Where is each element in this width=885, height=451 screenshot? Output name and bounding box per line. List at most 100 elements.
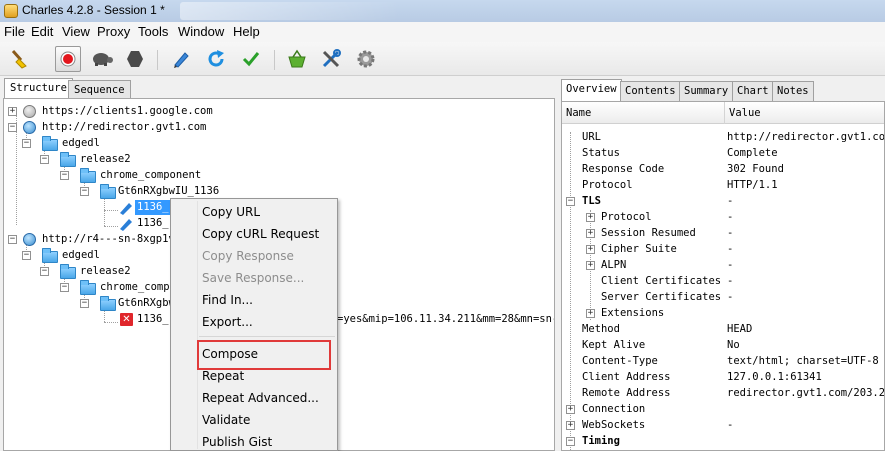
table-row[interactable]: Content-Type text/html; charset=UTF-8 <box>562 354 884 370</box>
tab-overview[interactable]: Overview <box>561 79 622 101</box>
table-row[interactable]: Response Code 302 Found <box>562 162 884 178</box>
menu-item-copy-response: Copy Response <box>202 249 294 263</box>
expand-icon[interactable]: + <box>586 261 595 270</box>
menu-window[interactable]: Window <box>178 24 224 39</box>
folder-icon <box>100 184 116 199</box>
pen-compose-icon[interactable] <box>168 46 194 72</box>
table-row[interactable]: Remote Address redirector.gvt1.com/203.2… <box>562 386 884 402</box>
folder-icon <box>42 136 58 151</box>
toolbar <box>0 42 885 76</box>
collapse-icon[interactable]: − <box>80 299 89 308</box>
table-row[interactable]: + Cipher Suite - <box>562 242 884 258</box>
compose-highlight-box <box>197 340 331 370</box>
tab-summary[interactable]: Summary <box>679 81 734 101</box>
expand-icon[interactable]: + <box>566 405 575 414</box>
overview-table[interactable]: Name Value URL http://redirector.gvt1.co… <box>561 101 885 451</box>
table-header: Name Value <box>562 102 884 124</box>
title-bar: Charles 4.2.8 - Session 1 * <box>0 0 885 22</box>
charles-app-icon <box>4 4 18 18</box>
settings-gear-icon[interactable] <box>353 46 379 72</box>
table-row[interactable]: + ALPN - <box>562 258 884 274</box>
table-row[interactable]: URL http://redirector.gvt1.com/ <box>562 130 884 146</box>
collapse-icon[interactable]: − <box>8 123 17 132</box>
table-row[interactable]: + Protocol - <box>562 210 884 226</box>
collapse-icon[interactable]: − <box>566 437 575 446</box>
expand-icon[interactable]: + <box>586 229 595 238</box>
tree-row-folder-release2[interactable]: − release2 <box>4 152 404 168</box>
menu-item-find-in[interactable]: Find In... <box>202 293 253 307</box>
tree-row-folder-chrome-component[interactable]: − chrome_component <box>4 168 404 184</box>
table-row[interactable]: Client Certificates - <box>562 274 884 290</box>
table-row[interactable]: Server Certificates - <box>562 290 884 306</box>
collapse-icon[interactable]: − <box>22 251 31 260</box>
request-pen-icon <box>120 219 132 231</box>
table-row[interactable]: + Extensions <box>562 306 884 322</box>
folder-icon <box>42 248 58 263</box>
table-row[interactable]: Protocol HTTP/1.1 <box>562 178 884 194</box>
menu-item-validate[interactable]: Validate <box>202 413 250 427</box>
tree-row-folder-edgedl[interactable]: − edgedl <box>4 136 404 152</box>
menu-edit[interactable]: Edit <box>31 24 53 39</box>
tab-chart[interactable]: Chart <box>732 81 774 101</box>
tree-row-host-clients1[interactable]: + https://clients1.google.com <box>4 104 404 120</box>
expand-icon[interactable]: + <box>586 213 595 222</box>
menu-item-repeat-advanced[interactable]: Repeat Advanced... <box>202 391 319 405</box>
menu-item-copy-curl-request[interactable]: Copy cURL Request <box>202 227 319 241</box>
folder-icon <box>60 152 76 167</box>
tools-icon[interactable] <box>318 46 344 72</box>
menu-proxy[interactable]: Proxy <box>97 24 130 39</box>
turtle-throttle-icon[interactable] <box>89 46 115 72</box>
basket-icon[interactable] <box>284 46 310 72</box>
menu-file[interactable]: File <box>4 24 25 39</box>
refresh-repeat-icon[interactable] <box>203 46 229 72</box>
menu-separator <box>199 336 335 337</box>
table-row[interactable]: + WebSockets - <box>562 418 884 434</box>
tab-sequence[interactable]: Sequence <box>68 80 131 100</box>
collapse-icon[interactable]: − <box>60 171 69 180</box>
tab-structure[interactable]: Structure <box>4 78 73 99</box>
collapse-icon[interactable]: − <box>566 197 575 206</box>
collapse-icon[interactable]: − <box>80 187 89 196</box>
collapse-icon[interactable]: − <box>40 155 49 164</box>
expand-icon[interactable]: + <box>586 245 595 254</box>
table-row[interactable]: Status Complete <box>562 146 884 162</box>
column-header-value[interactable]: Value <box>729 107 761 119</box>
overview-pane: Overview Contents Summary Chart Notes Na… <box>558 77 885 451</box>
broom-icon[interactable] <box>7 46 33 72</box>
context-menu: Copy URL Copy cURL Request Copy Response… <box>170 198 338 451</box>
checkmark-validate-icon[interactable] <box>238 46 264 72</box>
table-row[interactable]: − TLS - <box>562 194 884 210</box>
host-globe-icon <box>23 105 36 118</box>
menu-item-publish-gist[interactable]: Publish Gist <box>202 435 272 449</box>
host-globe-icon <box>23 233 36 246</box>
folder-icon <box>80 168 96 183</box>
menu-item-copy-url[interactable]: Copy URL <box>202 205 260 219</box>
menu-help[interactable]: Help <box>233 24 260 39</box>
tree-row-host-redirector[interactable]: − http://redirector.gvt1.com <box>4 120 404 136</box>
expand-icon[interactable]: + <box>8 107 17 116</box>
menu-item-export[interactable]: Export... <box>202 315 253 329</box>
column-header-name[interactable]: Name <box>566 107 591 119</box>
menu-view[interactable]: View <box>62 24 90 39</box>
collapse-icon[interactable]: − <box>22 139 31 148</box>
menu-tools[interactable]: Tools <box>138 24 168 39</box>
collapse-icon[interactable]: − <box>8 235 17 244</box>
folder-icon <box>80 280 96 295</box>
collapse-icon[interactable]: − <box>60 283 69 292</box>
collapse-icon[interactable]: − <box>40 267 49 276</box>
expand-icon[interactable]: + <box>586 309 595 318</box>
table-row[interactable]: Method HEAD <box>562 322 884 338</box>
table-row[interactable]: Kept Alive No <box>562 338 884 354</box>
tab-contents[interactable]: Contents <box>620 81 681 101</box>
tab-notes[interactable]: Notes <box>772 81 814 101</box>
table-row[interactable]: − Timing <box>562 434 884 450</box>
expand-icon[interactable]: + <box>566 421 575 430</box>
host-globe-icon <box>23 121 36 134</box>
breakpoint-hexagon-icon[interactable] <box>122 46 148 72</box>
record-icon[interactable] <box>55 46 81 72</box>
error-x-icon: ✕ <box>120 313 133 326</box>
table-row[interactable]: Client Address 127.0.0.1:61341 <box>562 370 884 386</box>
table-row[interactable]: + Connection <box>562 402 884 418</box>
menu-item-repeat[interactable]: Repeat <box>202 369 244 383</box>
table-row[interactable]: + Session Resumed - <box>562 226 884 242</box>
